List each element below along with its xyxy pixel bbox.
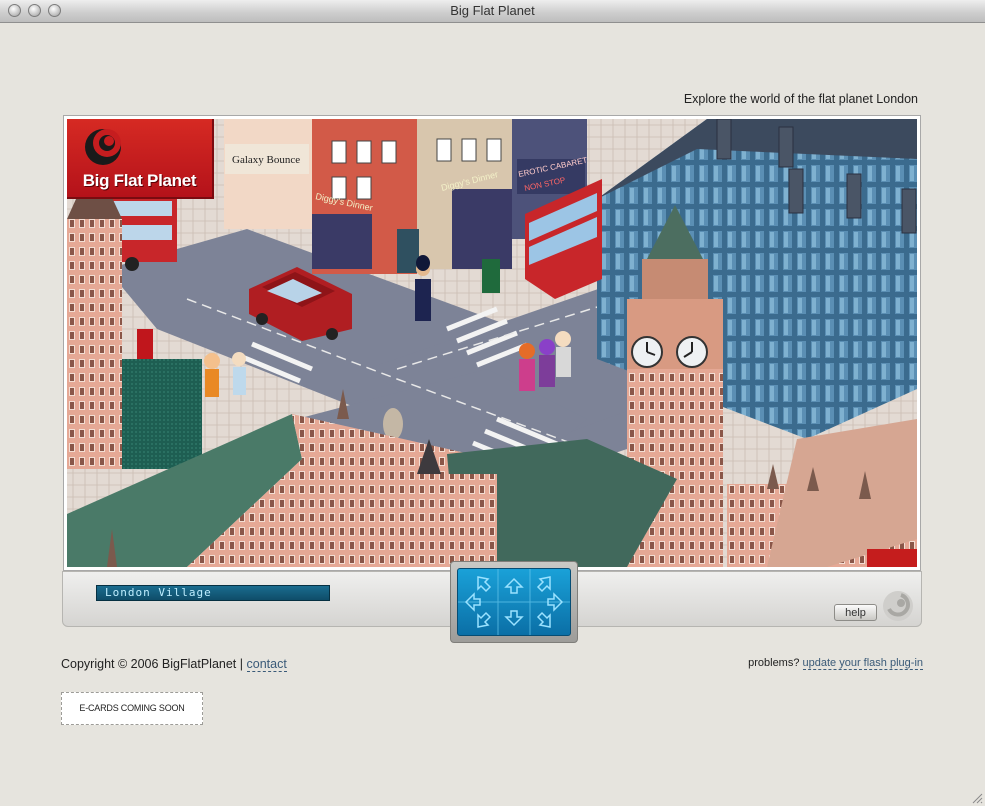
arrow-up-left-icon[interactable] [477,576,492,593]
arrow-up-right-icon[interactable] [536,576,551,593]
policeman [415,255,431,321]
separator: | [239,657,244,671]
logo-text: Big Flat Planet [82,171,197,190]
help-button[interactable]: help [834,604,877,621]
arrow-up-icon[interactable] [504,577,524,594]
gothic-tower-left [67,219,122,469]
big-flat-planet-logo[interactable]: Big Flat Planet [67,119,214,199]
problems-text: problems? [748,657,800,669]
direction-pad-screen [457,568,571,636]
ecards-notice: E-CARDS COMING SOON [61,692,203,725]
resize-grip-icon[interactable] [971,792,983,804]
direction-pad[interactable] [450,561,578,643]
location-display: London Village [96,585,330,601]
contact-link[interactable]: contact [246,657,287,672]
galaxy-bounce-sign: Galaxy Bounce [232,154,300,166]
copyright-text: Copyright © 2006 BigFlatPlanet [61,657,237,671]
green-bin [482,259,500,293]
page-tagline: Explore the world of the flat planet Lon… [683,92,918,106]
window-titlebar: Big Flat Planet [0,0,985,23]
arrow-down-icon[interactable] [504,610,524,627]
update-flash-link[interactable]: update your flash plug-in [802,657,923,670]
copyright-line: Copyright © 2006 BigFlatPlanet | contact [61,657,287,672]
swirl-logo-icon [883,591,913,621]
arrow-down-left-icon[interactable] [477,611,492,628]
location-label: London Village [105,586,212,599]
arrow-down-right-icon[interactable] [536,611,551,628]
game-viewport[interactable]: Galaxy Bounce Diggy's Dinner Diggy's Din… [63,115,921,571]
crescent-logo-icon [85,129,121,165]
window-title: Big Flat Planet [450,3,535,18]
flash-help-line: problems? update your flash plug-in [748,657,923,670]
